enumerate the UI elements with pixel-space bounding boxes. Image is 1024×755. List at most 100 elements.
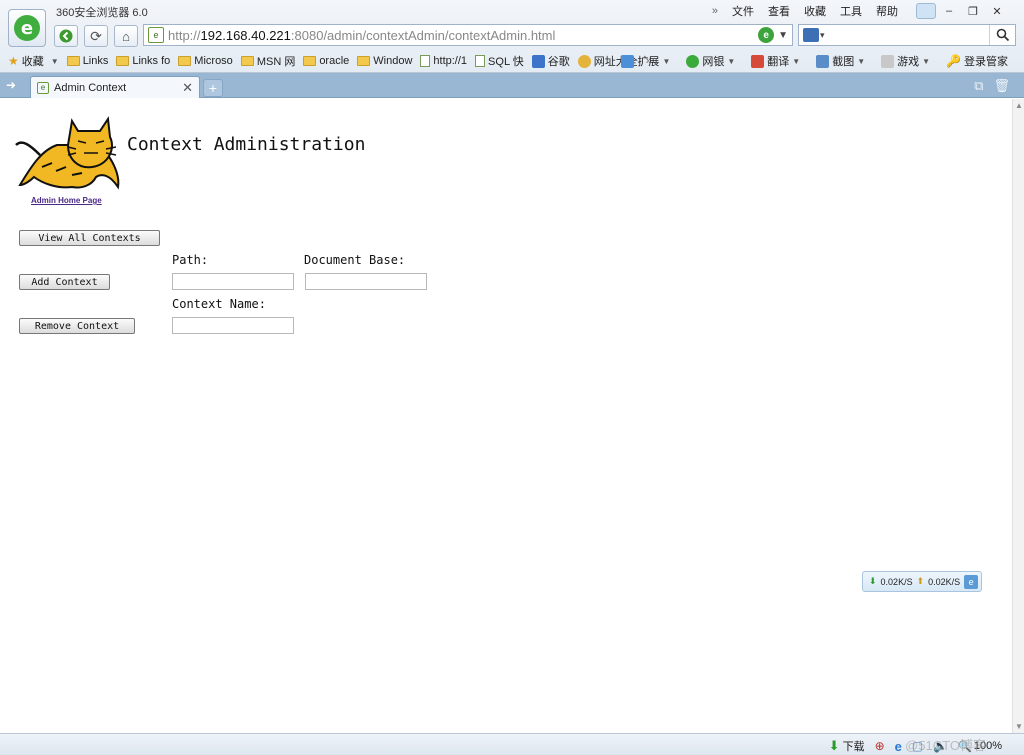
tab-bar: ➜ e Admin Context ✕ + ⧉ 🗑	[0, 73, 1024, 98]
fav-links-for[interactable]: Links fo	[116, 55, 170, 67]
tab-admin-context[interactable]: e Admin Context ✕	[30, 76, 200, 98]
close-window-icon[interactable]: ✕	[986, 3, 1008, 19]
page-content: Admin Home Page Context Administration V…	[0, 99, 1012, 733]
home-icon: ⌂	[122, 28, 130, 44]
refresh-button[interactable]: ⟳	[84, 25, 108, 47]
network-monitor-widget[interactable]: ⬇ 0.02K/S ⬆ 0.02K/S e	[862, 571, 982, 592]
new-tab-button[interactable]: +	[203, 79, 223, 97]
site-nav-icon	[577, 54, 591, 68]
path-label: Path:	[172, 253, 209, 267]
page-title: Context Administration	[127, 134, 366, 155]
browser-mini-icon[interactable]: e	[964, 574, 978, 589]
menu-file[interactable]: 文件	[732, 3, 754, 19]
browser-title: 360安全浏览器 6.0	[56, 7, 148, 19]
context-name-label: Context Name:	[172, 297, 266, 311]
tab-label: Admin Context	[54, 81, 127, 94]
admin-home-link[interactable]: Admin Home Page	[31, 196, 102, 205]
trash-icon[interactable]: 🗑	[993, 78, 1010, 94]
close-icon[interactable]: ✕	[182, 80, 193, 96]
sidebar-toggle-icon[interactable]: ➜	[6, 78, 16, 92]
refresh-icon: ⟳	[90, 27, 102, 44]
puzzle-icon	[621, 54, 635, 68]
shield-icon	[686, 54, 700, 68]
document-base-input[interactable]	[305, 273, 427, 290]
download-manager-button[interactable]: ⬇ 下载	[829, 738, 865, 754]
download-arrow-icon: ⬇	[869, 576, 877, 586]
search-icon[interactable]	[989, 25, 1015, 45]
folder-icon	[240, 56, 254, 66]
back-button[interactable]	[54, 25, 78, 47]
minimize-icon[interactable]: –	[938, 3, 960, 19]
document-base-label: Document Base:	[304, 253, 406, 267]
address-input[interactable]: http://192.168.40.221:8080/admin/context…	[168, 28, 758, 43]
menu-help[interactable]: 帮助	[876, 3, 898, 19]
folder-icon	[66, 56, 80, 66]
translate-button[interactable]: 翻译 ▼	[751, 53, 800, 69]
page-icon: e	[37, 81, 49, 94]
folder-icon	[178, 56, 192, 66]
upload-speed: 0.02K/S	[928, 576, 961, 587]
search-box[interactable]: ▾	[798, 24, 1016, 46]
fav-links[interactable]: Links	[66, 55, 108, 67]
extensions-button[interactable]: 扩展 ▼	[621, 53, 670, 69]
games-button[interactable]: 游戏 ▼	[881, 53, 930, 69]
ie-mode-icon[interactable]: e	[758, 27, 775, 43]
upload-arrow-icon: ⬆	[916, 576, 925, 586]
menu-favorites[interactable]: 收藏	[804, 3, 826, 19]
ie-icon[interactable]: e	[895, 739, 902, 754]
page-security-icon: e	[148, 27, 164, 43]
scissors-icon	[816, 54, 830, 68]
scroll-up-icon[interactable]: ▲	[1015, 101, 1023, 110]
login-manager-button[interactable]: 🔑 登录管家	[946, 53, 1008, 69]
skin-icon[interactable]	[916, 3, 936, 19]
fav-oracle[interactable]: oracle	[303, 55, 349, 67]
menu-tools[interactable]: 工具	[840, 3, 862, 19]
key-icon: 🔑	[946, 54, 961, 68]
fav-microsoft[interactable]: Microso	[178, 55, 233, 67]
fav-http[interactable]: http://1	[420, 55, 467, 67]
search-input[interactable]	[828, 29, 979, 41]
search-engine-icon[interactable]	[803, 28, 819, 42]
browser-toolbar: e 360安全浏览器 6.0 » 文件 查看 收藏 工具 帮助 – ❐ ✕ ⟳ …	[0, 0, 1024, 73]
menu-more-icon[interactable]: »	[712, 5, 718, 17]
back-arrow-icon	[59, 29, 73, 43]
google-icon	[531, 54, 545, 68]
folder-icon	[303, 56, 317, 66]
favorites-menu[interactable]: ★ 收藏 ▼	[8, 53, 59, 69]
translate-icon	[751, 54, 765, 68]
address-bar[interactable]: e http://192.168.40.221:8080/admin/conte…	[143, 24, 793, 46]
add-icon[interactable]: ⊕	[875, 739, 885, 753]
bank-button[interactable]: 网银 ▼	[686, 53, 735, 69]
page-icon	[420, 55, 431, 67]
fav-google[interactable]: 谷歌	[531, 53, 570, 69]
remove-context-button[interactable]: Remove Context	[19, 318, 135, 334]
gamepad-icon	[881, 54, 895, 68]
favorites-bar: ★ 收藏 ▼ Links Links fo Microso MSN 网 oracl…	[0, 51, 1024, 71]
tomcat-logo-icon	[15, 116, 120, 190]
folder-icon	[116, 56, 130, 66]
menu-bar: » 文件 查看 收藏 工具 帮助 – ❐ ✕	[712, 3, 1008, 19]
page-icon	[475, 55, 486, 67]
path-input[interactable]	[172, 273, 294, 290]
restore-tabs-icon[interactable]: ⧉	[974, 78, 983, 94]
svg-text:e: e	[21, 18, 33, 39]
fav-sql[interactable]: SQL 快	[475, 53, 524, 69]
browser-logo-icon[interactable]: e	[8, 9, 46, 47]
screenshot-button[interactable]: 截图 ▼	[816, 53, 865, 69]
star-icon: ★	[8, 54, 19, 68]
address-dropdown-icon[interactable]: ▼	[778, 30, 788, 41]
home-button[interactable]: ⌂	[114, 25, 138, 47]
add-context-button[interactable]: Add Context	[19, 274, 110, 290]
restore-icon[interactable]: ❐	[962, 3, 984, 19]
watermark: @51CTO博客	[905, 738, 986, 753]
download-icon: ⬇	[828, 738, 840, 753]
fav-msn[interactable]: MSN 网	[240, 53, 295, 69]
fav-windows[interactable]: Window	[357, 55, 412, 67]
context-name-input[interactable]	[172, 317, 294, 334]
menu-view[interactable]: 查看	[768, 3, 790, 19]
download-speed: 0.02K/S	[880, 576, 913, 587]
status-bar: ⬇ 下载 ⊕ e ▢ 🔈 🔍 100% @51CTO博客	[0, 733, 1024, 755]
view-all-contexts-button[interactable]: View All Contexts	[19, 230, 160, 246]
scroll-down-icon[interactable]: ▼	[1015, 722, 1023, 731]
vertical-scrollbar[interactable]: ▲ ▼	[1012, 99, 1024, 733]
